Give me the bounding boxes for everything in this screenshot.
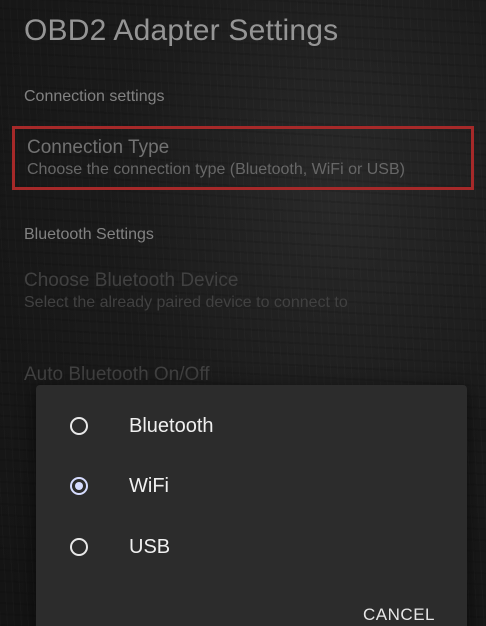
settings-screen: OBD2 Adapter Settings Connection setting…	[0, 0, 486, 626]
radio-unchecked-icon[interactable]	[70, 538, 88, 556]
radio-unchecked-icon[interactable]	[70, 417, 88, 435]
option-wifi[interactable]: WiFi	[36, 458, 467, 514]
cancel-button[interactable]: CANCEL	[363, 605, 435, 625]
connection-type-dialog: Bluetooth WiFi USB CANCEL	[36, 385, 467, 626]
option-label: Bluetooth	[129, 414, 214, 437]
option-bluetooth[interactable]: Bluetooth	[36, 398, 467, 454]
option-label: USB	[129, 535, 171, 558]
option-usb[interactable]: USB	[36, 519, 467, 575]
radio-checked-icon[interactable]	[70, 477, 88, 495]
option-label: WiFi	[129, 474, 169, 497]
